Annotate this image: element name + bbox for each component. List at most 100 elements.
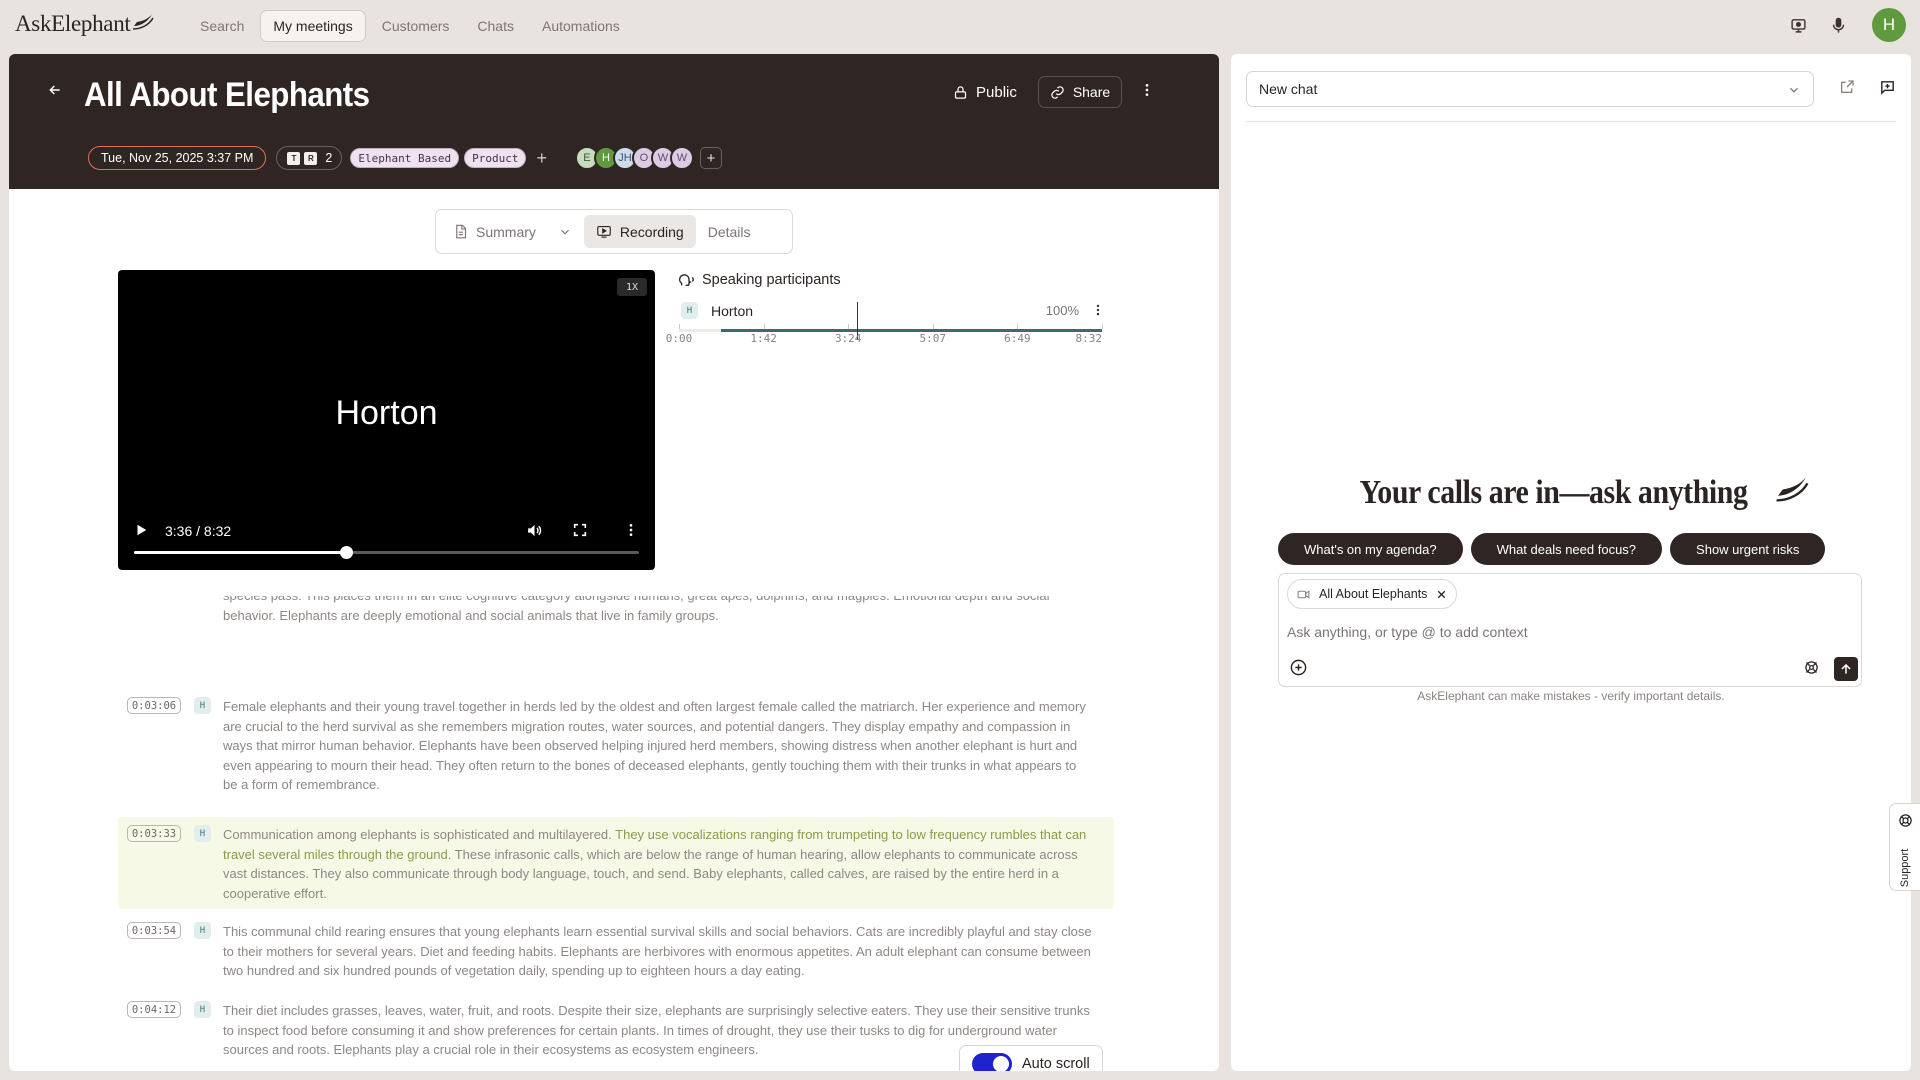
send-button[interactable] — [1834, 657, 1858, 681]
video-speaker-name: Horton — [335, 394, 438, 432]
speaking-participants-title: Speaking participants — [702, 272, 841, 288]
timeline-tick-mark — [763, 324, 765, 329]
video-more-icon[interactable] — [623, 522, 639, 538]
open-external-icon[interactable] — [1839, 79, 1855, 95]
chat-input[interactable] — [1287, 620, 1847, 644]
fullscreen-icon[interactable] — [572, 522, 588, 538]
ai-disclaimer: AskElephant can make mistakes - verify i… — [1417, 689, 1725, 703]
chevron-down-icon[interactable] — [558, 225, 572, 239]
nav-tab-my-meetings[interactable]: My meetings — [260, 10, 366, 42]
source-t-icon: T — [287, 151, 301, 165]
video-player[interactable]: 1X Horton 3:36 / 8:32 — [118, 270, 655, 570]
tag-elephant-based[interactable]: Elephant Based — [350, 148, 460, 168]
add-participant-button[interactable]: + — [699, 147, 722, 169]
suggestion-deals[interactable]: What deals need focus? — [1470, 533, 1663, 565]
nav-tab-search[interactable]: Search — [188, 10, 256, 42]
chevron-down-icon — [1790, 87, 1798, 93]
meeting-panel: All About Elephants Public Share Tue, No… — [9, 54, 1219, 1071]
speaker-badge: H — [681, 302, 698, 319]
askelephant-logo[interactable]: AskElephant — [15, 11, 154, 37]
timeline-tick-label: 5:07 — [919, 332, 947, 345]
divider — [1246, 121, 1896, 122]
chat-selector[interactable]: New chat — [1246, 71, 1814, 107]
nav-tab-chats[interactable]: Chats — [465, 10, 526, 42]
transcript-entry-active: 0:03:33 H Communication among elephants … — [118, 817, 1114, 909]
volume-icon[interactable] — [526, 522, 543, 539]
share-label: Share — [1072, 84, 1111, 100]
tab-details[interactable]: Details — [696, 215, 763, 248]
support-tab[interactable]: Support — [1889, 803, 1920, 891]
elephant-tusk-icon — [1776, 477, 1809, 502]
transcript-text: Communication among elephants is sophist… — [223, 825, 1093, 903]
chat-headline-text: Your calls are in—ask anything — [1358, 474, 1748, 511]
support-lifebuoy-icon — [1899, 814, 1912, 827]
elephant-tusk-icon — [132, 14, 154, 30]
timeline-tick-mark — [1017, 324, 1019, 329]
top-actions: H — [1788, 8, 1906, 42]
transcript-partial-text: species pass. This places them in an eli… — [223, 596, 1049, 623]
participant-avatars: E H JH O W W — [574, 146, 694, 170]
timeline-tick-label: 8:32 — [1075, 332, 1103, 345]
nav-tab-automations[interactable]: Automations — [530, 10, 632, 42]
playback-speed[interactable]: 1X — [617, 278, 647, 296]
timeline-tick-label: 1:42 — [750, 332, 777, 345]
tools-icon[interactable] — [1804, 660, 1819, 675]
tab-summary[interactable]: Summary — [441, 215, 584, 248]
nav-tabs: Search My meetings Customers Chats Autom… — [188, 10, 632, 42]
toggle-switch[interactable] — [972, 1052, 1012, 1071]
add-context-icon[interactable] — [1289, 658, 1308, 677]
video-scrub-handle[interactable] — [340, 546, 354, 559]
speaking-participants: Speaking participants H Horton 100% 0:00… — [666, 272, 1112, 345]
transcript-timestamp[interactable]: 0:03:06 — [127, 697, 181, 714]
timeline-tick-label: 3:24 — [834, 332, 862, 345]
chat-headline: Your calls are in—ask anything — [1231, 474, 1911, 512]
chat-panel: New chat Your calls are in—ask anything … — [1231, 54, 1911, 1071]
user-avatar[interactable]: H — [1872, 8, 1906, 42]
microphone-icon[interactable] — [1828, 15, 1848, 35]
public-label: Public — [976, 83, 1017, 101]
timeline-ticks: 0:00 1:42 3:24 5:07 6:49 8:32 — [666, 324, 1103, 345]
video-time: 3:36 / 8:32 — [165, 523, 232, 539]
source-count: 2 — [325, 151, 333, 165]
add-tag-icon[interactable]: + — [536, 149, 547, 167]
transcript-entry: 0:03:54 H This communal child rearing en… — [118, 922, 1114, 986]
tab-recording[interactable]: Recording — [583, 215, 696, 248]
tag-product[interactable]: Product — [464, 148, 527, 168]
speaker-percent: 100% — [1045, 303, 1079, 318]
close-icon[interactable] — [1435, 588, 1448, 601]
transcript-text: This communal child rearing ensures that… — [223, 924, 1092, 978]
speaker-badge: H — [194, 922, 211, 939]
timeline-tick-mark — [932, 324, 934, 329]
speaker-badge: H — [194, 697, 211, 714]
transcript-timestamp[interactable]: 0:03:33 — [127, 825, 181, 842]
screen-record-icon[interactable] — [1788, 15, 1808, 35]
transcript-timestamp[interactable]: 0:04:12 — [127, 1001, 181, 1018]
video-camera-icon — [1297, 589, 1310, 599]
suggestion-agenda[interactable]: What's on my agenda? — [1278, 533, 1463, 565]
public-button[interactable]: Public — [953, 76, 1017, 108]
participant-avatar[interactable]: W — [669, 146, 694, 170]
speaker-name: Horton — [711, 303, 754, 319]
tab-recording-label: Recording — [619, 223, 684, 240]
suggestion-risks[interactable]: Show urgent risks — [1670, 533, 1826, 565]
new-chat-icon[interactable] — [1879, 79, 1896, 96]
share-button[interactable]: Share — [1038, 76, 1122, 108]
timeline-tick-mark — [679, 324, 680, 329]
context-chip-label: All About Elephants — [1319, 587, 1428, 601]
speaker-badge: H — [194, 1001, 211, 1018]
video-screen-icon — [597, 225, 611, 238]
play-icon[interactable] — [134, 523, 148, 537]
auto-scroll-toggle[interactable]: Auto scroll — [959, 1045, 1103, 1071]
back-arrow-icon[interactable] — [47, 82, 63, 98]
meeting-date[interactable]: Tue, Nov 25, 2025 3:37 PM — [88, 146, 267, 170]
speaker-more-icon[interactable] — [1091, 303, 1105, 317]
video-progress-bar[interactable] — [134, 546, 639, 559]
transcript-timestamp[interactable]: 0:03:54 — [127, 922, 181, 939]
context-chip[interactable]: All About Elephants — [1287, 579, 1458, 609]
meeting-header: All About Elephants Public Share Tue, No… — [9, 54, 1219, 189]
speaking-head-icon — [679, 274, 694, 286]
timeline-tick-mark — [848, 324, 850, 329]
sources-pill[interactable]: T R 2 — [276, 146, 343, 170]
more-vertical-icon[interactable] — [1139, 82, 1155, 98]
nav-tab-customers[interactable]: Customers — [370, 10, 462, 42]
